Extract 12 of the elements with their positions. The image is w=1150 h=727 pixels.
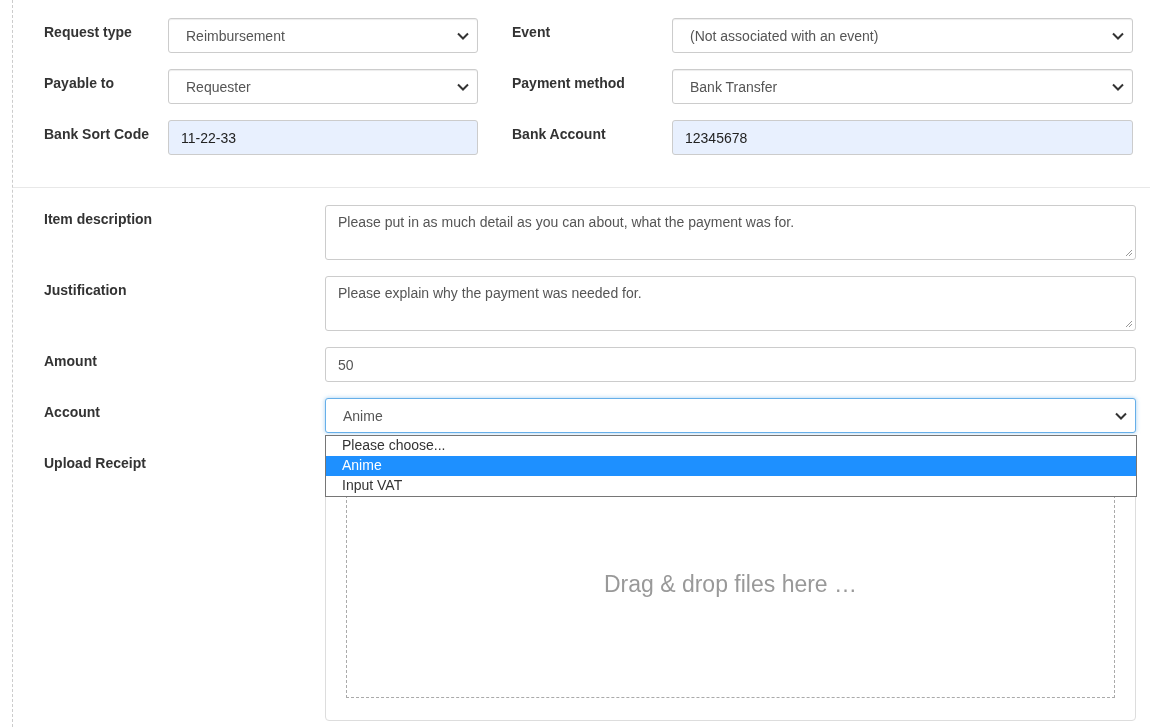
field-label: Request type [44,23,133,40]
field-label: Payable to [44,74,116,91]
field-label: Upload Receipt [44,454,147,471]
field-label: Amount [44,352,98,369]
field-label: Item description [44,210,154,227]
field-label: Bank Account [512,125,607,142]
field-label: Event [512,23,552,40]
field-label: Bank Sort Code [44,125,150,142]
field-label: Justification [44,281,128,298]
drop-prompt: Drag & drop files here … [603,570,858,598]
field-label: Account [44,403,101,420]
field-label: Payment method [512,74,626,91]
